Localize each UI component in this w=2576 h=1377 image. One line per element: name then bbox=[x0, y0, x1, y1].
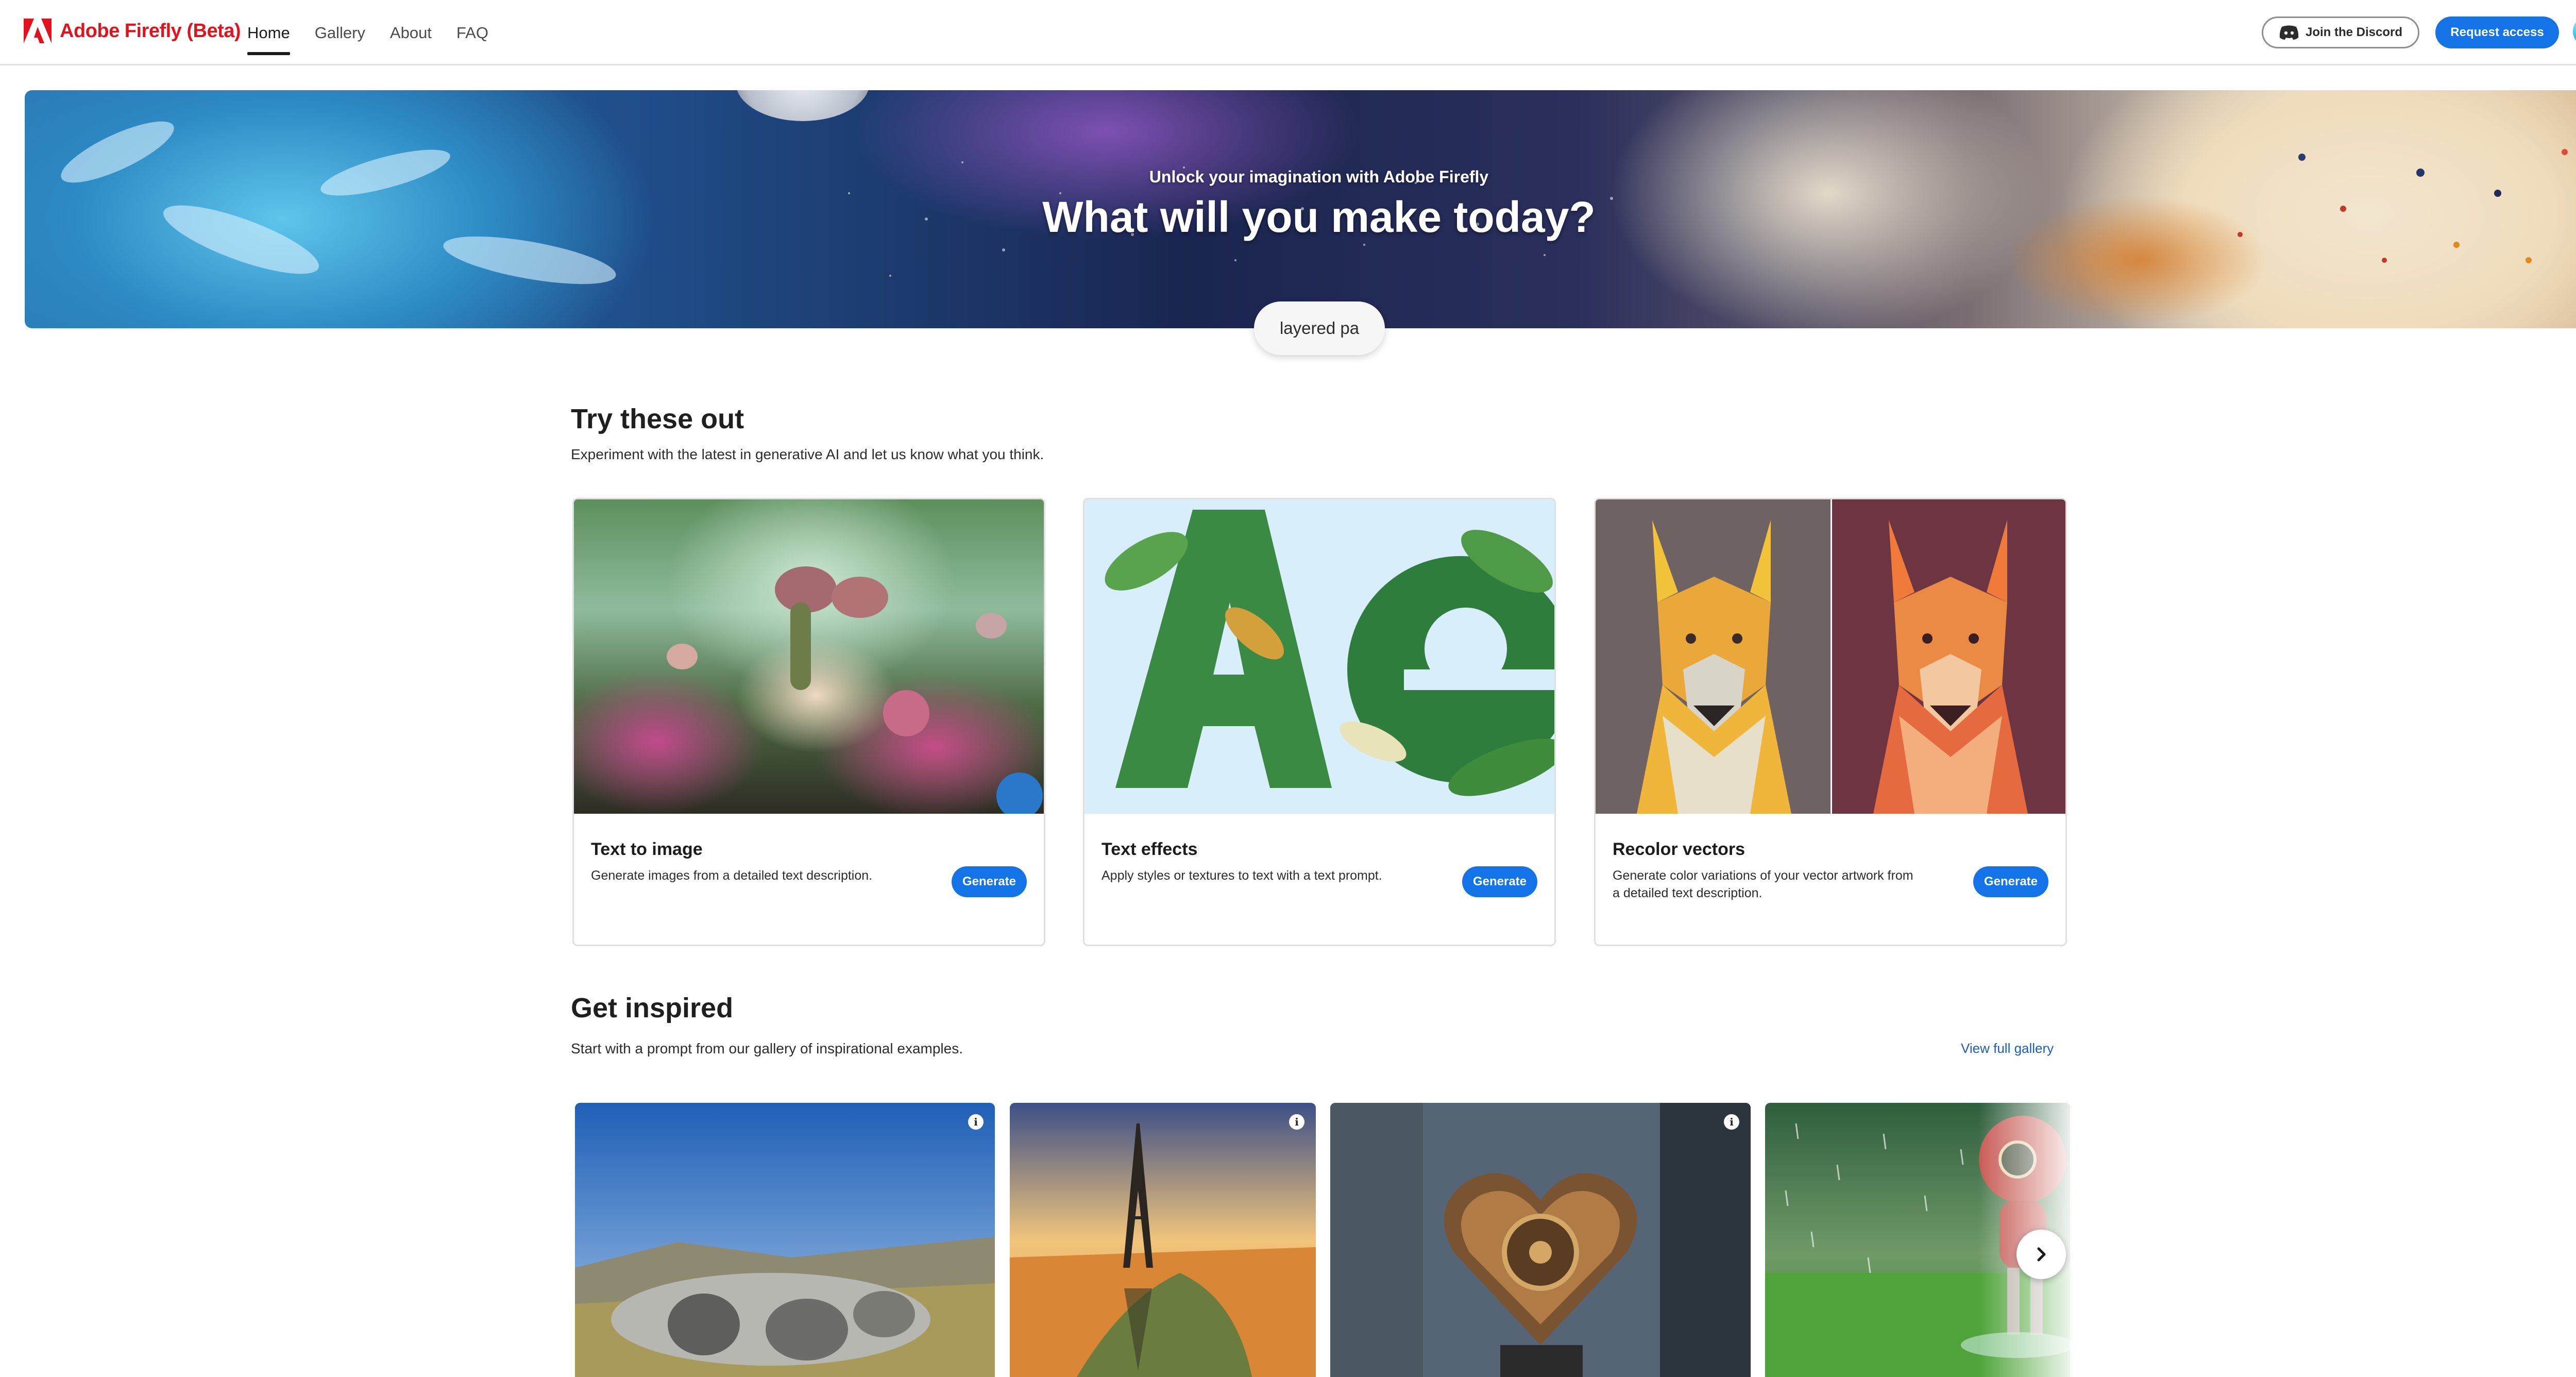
dog-vector-original bbox=[1596, 499, 1831, 814]
card-description: Generate color variations of your vector… bbox=[1613, 868, 1913, 900]
view-full-gallery-link[interactable]: View full gallery bbox=[1961, 1040, 2054, 1056]
gallery-item-spaceship[interactable]: i bbox=[575, 1103, 995, 1377]
adobe-firefly-logo[interactable]: Adobe Firefly (Beta) bbox=[24, 19, 241, 43]
info-icon[interactable]: i bbox=[968, 1114, 984, 1130]
request-access-button[interactable]: Request access bbox=[2435, 16, 2559, 48]
generate-button[interactable]: Generate bbox=[952, 866, 1027, 897]
brand-name: Adobe Firefly (Beta) bbox=[60, 20, 241, 42]
abandoned-spaceship-image bbox=[575, 1103, 995, 1377]
adobe-logo-icon bbox=[24, 19, 52, 43]
hero-title: What will you make today? bbox=[1042, 193, 1596, 241]
eiffel-tower-desert-image bbox=[1010, 1103, 1316, 1377]
info-icon[interactable]: i bbox=[1289, 1114, 1304, 1130]
leaf-letters-image bbox=[1084, 499, 1554, 814]
card-title: Recolor vectors bbox=[1613, 839, 1745, 859]
try-section-description: Experiment with the latest in generative… bbox=[571, 446, 1044, 462]
nav-about[interactable]: About bbox=[390, 24, 432, 54]
card-text-to-image[interactable]: Text to image Generate images from a det… bbox=[572, 498, 1045, 946]
card-description: Apply styles or textures to text with a … bbox=[1101, 868, 1382, 883]
fantasy-garden-image bbox=[574, 499, 1044, 814]
try-section-title: Try these out bbox=[571, 404, 744, 434]
nav-gallery[interactable]: Gallery bbox=[315, 24, 365, 54]
card-title: Text effects bbox=[1101, 839, 1198, 859]
card-title: Text to image bbox=[591, 839, 703, 859]
generate-button[interactable]: Generate bbox=[1462, 866, 1537, 897]
card-text-effects[interactable]: Text effects Apply styles or textures to… bbox=[1083, 498, 1556, 946]
top-navigation-bar: Adobe Firefly (Beta) Home Gallery About … bbox=[0, 0, 2576, 65]
card-recolor-vectors[interactable]: Recolor vectors Generate color variation… bbox=[1594, 498, 2067, 946]
discord-icon bbox=[2279, 25, 2299, 40]
join-discord-label: Join the Discord bbox=[2305, 25, 2403, 39]
inspired-section-description: Start with a prompt from our gallery of … bbox=[571, 1040, 963, 1056]
gallery-item-eiffel[interactable]: i bbox=[1010, 1103, 1316, 1377]
nav-faq[interactable]: FAQ bbox=[456, 24, 488, 54]
dog-vectors-image bbox=[1596, 499, 2065, 814]
gallery-item-steampunk-heart[interactable]: i bbox=[1330, 1103, 1751, 1377]
generate-button[interactable]: Generate bbox=[1973, 866, 2048, 897]
carousel-next-button[interactable] bbox=[2016, 1230, 2066, 1279]
join-discord-button[interactable]: Join the Discord bbox=[2262, 16, 2419, 48]
main-nav: Home Gallery About FAQ bbox=[247, 24, 513, 55]
dog-vector-recolored bbox=[1831, 499, 2065, 814]
info-icon[interactable]: i bbox=[1724, 1114, 1739, 1130]
chevron-right-icon bbox=[2037, 1247, 2046, 1262]
hero-banner: Unlock your imagination with Adobe Firef… bbox=[25, 90, 2576, 328]
leaf-letters-artwork bbox=[1105, 510, 1554, 796]
user-avatar[interactable] bbox=[2573, 16, 2576, 46]
steampunk-heart-image bbox=[1330, 1103, 1751, 1377]
inspired-section-title: Get inspired bbox=[571, 993, 734, 1023]
prompt-input[interactable]: layered pa bbox=[1254, 301, 1385, 355]
hero-subtitle: Unlock your imagination with Adobe Firef… bbox=[1149, 167, 1489, 186]
card-description: Generate images from a detailed text des… bbox=[591, 868, 873, 883]
nav-home[interactable]: Home bbox=[247, 24, 290, 55]
